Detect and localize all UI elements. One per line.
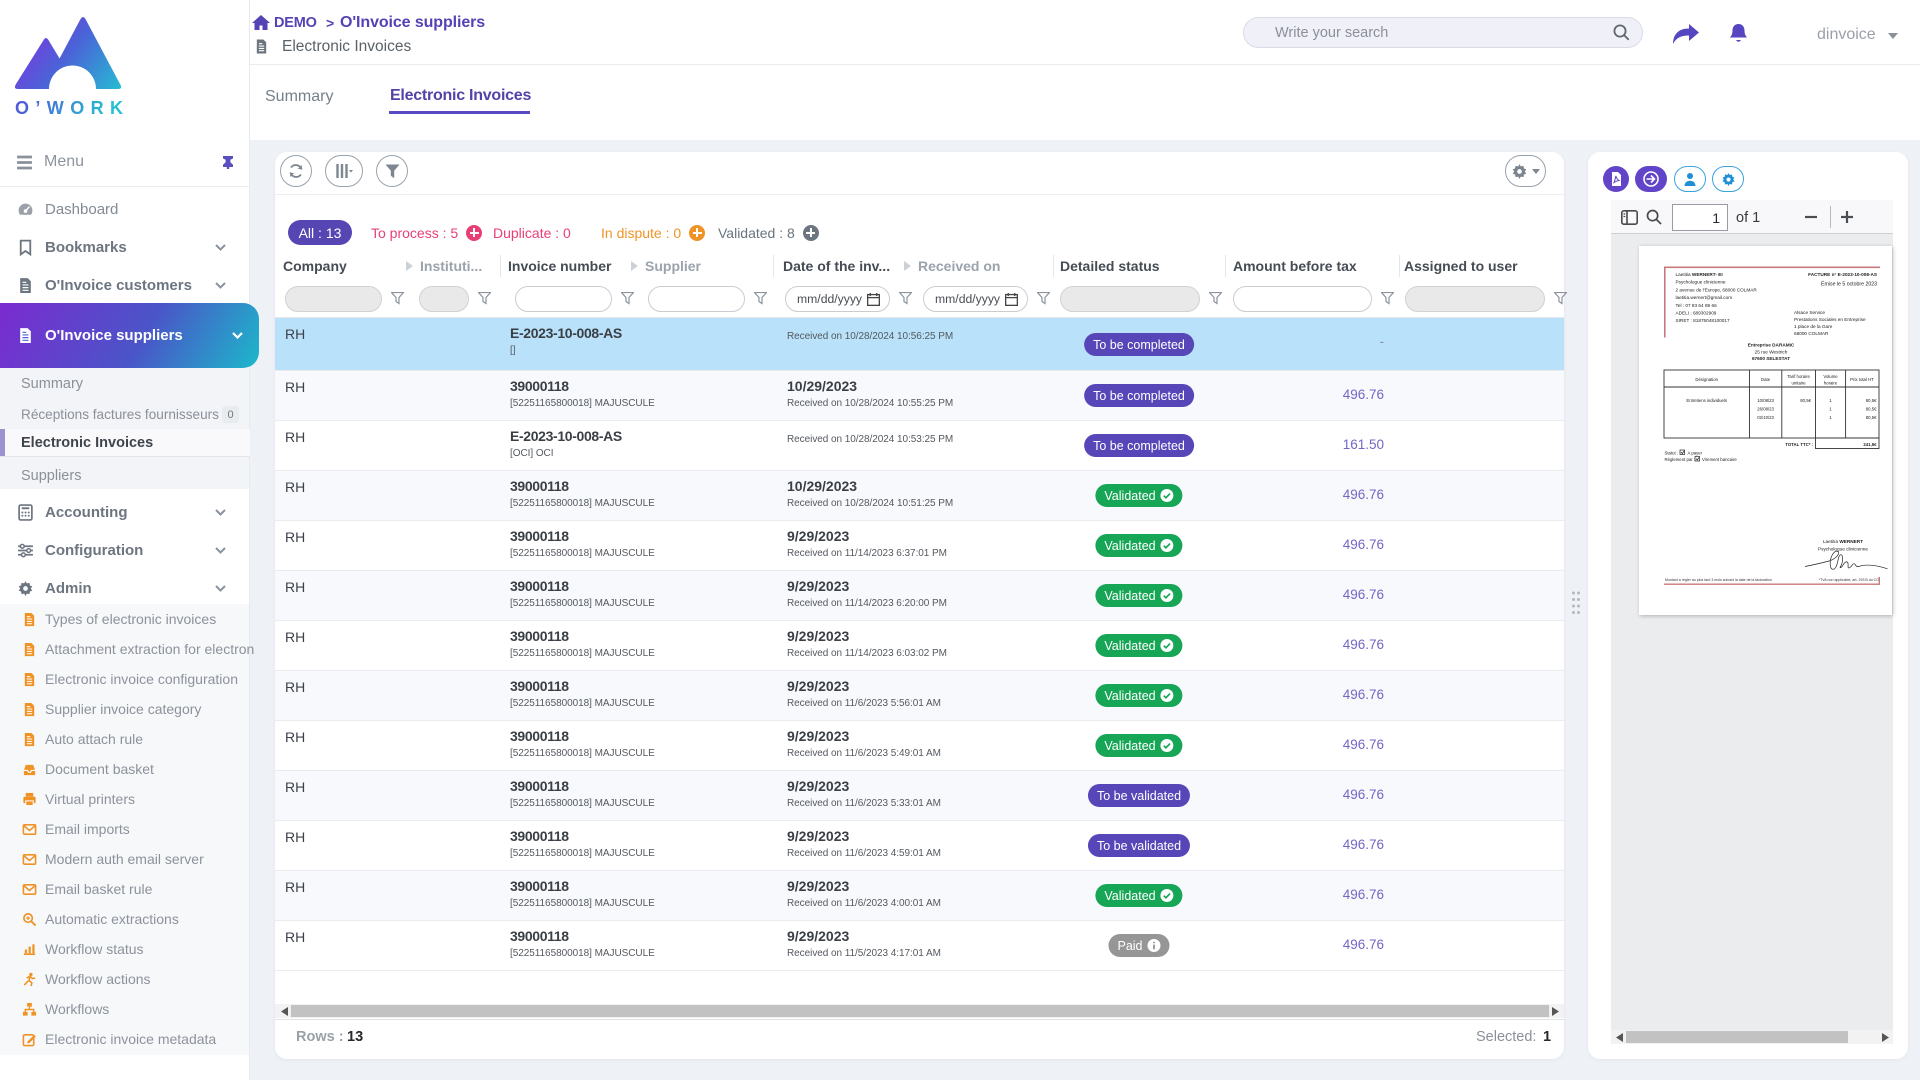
svg-text:Prestations Sociales en Entrep: Prestations Sociales en Entreprise: [1794, 317, 1866, 322]
svg-text:2 avenue de l’Europe, 68000 CO: 2 avenue de l’Europe, 68000 COLMAR: [1676, 287, 1758, 292]
svg-text:Désignation: Désignation: [1695, 377, 1718, 382]
svg-text:02/10/23: 02/10/23: [1757, 415, 1774, 420]
svg-text:Statut :: Statut :: [1665, 451, 1679, 456]
svg-text:unitaire: unitaire: [1792, 381, 1807, 386]
svg-text:1: 1: [1829, 398, 1832, 403]
svg-text:Psychologue clinicienne: Psychologue clinicienne: [1676, 280, 1726, 285]
svg-text:ADELI : 689302909: ADELI : 689302909: [1676, 311, 1717, 316]
svg-text:SIRET : 81875048100017: SIRET : 81875048100017: [1676, 318, 1731, 323]
svg-text:Date: Date: [1761, 377, 1771, 382]
svg-text:241,5€: 241,5€: [1863, 442, 1877, 447]
svg-text:Entreprise DARAMIC: Entreprise DARAMIC: [1748, 343, 1795, 348]
svg-text:26/08/23: 26/08/23: [1757, 407, 1774, 412]
svg-text:Prix total HT: Prix total HT: [1850, 377, 1874, 382]
svg-text:Volume: Volume: [1823, 374, 1838, 379]
svg-text:Laetitia WERNERT: Laetitia WERNERT: [1823, 539, 1863, 544]
svg-text:1 place de la Gare: 1 place de la Gare: [1794, 324, 1833, 329]
svg-text:Laetitia WERNERT- EI: Laetitia WERNERT- EI: [1676, 272, 1723, 277]
svg-text:Psychologue clinicienne: Psychologue clinicienne: [1818, 547, 1868, 552]
svg-text:1: 1: [1829, 415, 1832, 420]
svg-text:Alsace Service: Alsace Service: [1794, 310, 1825, 315]
svg-text:25 rue Westrich: 25 rue Westrich: [1755, 350, 1788, 355]
svg-text:Entretiens individuels: Entretiens individuels: [1686, 398, 1727, 403]
svg-text:Règlement par :: Règlement par :: [1665, 457, 1696, 462]
svg-text:Virement bancaire: Virement bancaire: [1702, 457, 1737, 462]
svg-text:Montant à régler au plus tard: Montant à régler au plus tard 3 mois sui…: [1665, 578, 1772, 582]
svg-text:80,5€: 80,5€: [1866, 398, 1877, 403]
svg-text:67600 SELESTAT: 67600 SELESTAT: [1752, 356, 1790, 361]
svg-text:68000 COLMAR: 68000 COLMAR: [1794, 331, 1829, 336]
svg-text:Émise le 5 octobre 2023: Émise le 5 octobre 2023: [1821, 281, 1877, 288]
svg-text:horaire: horaire: [1824, 381, 1838, 386]
svg-text:*TVA non applicable, art. 293: *TVA non applicable, art. 293 B du CGI: [1819, 578, 1880, 582]
svg-text:10/08/23: 10/08/23: [1757, 398, 1774, 403]
svg-text:FACTURE n° E-2023-10-008-AS: FACTURE n° E-2023-10-008-AS: [1808, 272, 1877, 277]
svg-text:80,5€: 80,5€: [1866, 415, 1877, 420]
svg-text:laetitia.wernert@gmail.com: laetitia.wernert@gmail.com: [1676, 295, 1733, 300]
svg-text:Tarif horaire: Tarif horaire: [1787, 374, 1810, 379]
svg-text:Tel : 07 83 64 89 66: Tel : 07 83 64 89 66: [1676, 303, 1718, 308]
svg-text:O’WORK: O’WORK: [15, 98, 126, 118]
svg-text:A payer: A payer: [1688, 451, 1703, 456]
svg-text:80,5€: 80,5€: [1866, 407, 1877, 412]
svg-text:TOTAL TTC* :: TOTAL TTC* :: [1785, 442, 1813, 447]
svg-text:80,5€: 80,5€: [1800, 398, 1811, 403]
svg-text:1: 1: [1829, 407, 1832, 412]
